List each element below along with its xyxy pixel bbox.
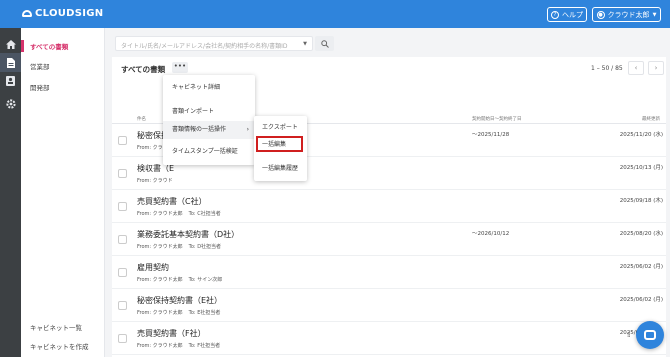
document-from: From: クラウド太郎 [137, 310, 183, 316]
question-icon: ? [551, 10, 559, 19]
document-parties: From: クラウド [137, 177, 173, 184]
highlight-box [256, 136, 303, 152]
row-checkbox[interactable] [118, 334, 127, 343]
document-from: From: クラウド [137, 178, 173, 184]
logo-text: CLOUDSIGN [35, 8, 104, 19]
document-parties: From: クラウド太郎 To: サイン次郎 [137, 276, 222, 283]
prev-page-button[interactable]: ‹ [628, 61, 644, 75]
submenu-item-export[interactable]: エクスポート [254, 120, 307, 136]
row-checkbox[interactable] [118, 136, 127, 145]
row-checkbox[interactable] [118, 235, 127, 244]
document-title[interactable]: 売買契約書（C社） [137, 196, 207, 207]
chevron-right-icon: › [246, 126, 249, 133]
chevron-down-icon[interactable]: ▼ [303, 41, 307, 47]
document-parties: From: クラウド太郎 To: C社担当者 [137, 210, 221, 217]
document-icon[interactable] [0, 53, 21, 72]
table-row[interactable]: 売買契約書（F社） From: クラウド太郎To: F社担当者 2025/06/… [112, 322, 666, 355]
document-updated: 2025/11/20 (水) [619, 132, 663, 138]
menu-item-timestamp-verify[interactable]: タイムスタンプ一括検証 [163, 143, 255, 161]
column-header-name[interactable]: 件名 [137, 116, 146, 122]
help-label: ヘルプ [562, 10, 583, 19]
document-from: From: クラウド太郎 [137, 211, 183, 217]
cabinet-list-link[interactable]: キャビネット一覧 [30, 322, 82, 332]
document-title[interactable]: 秘密保持契約書（E社） [137, 295, 222, 306]
document-to: To: D社担当者 [188, 244, 222, 250]
cloud-icon [22, 10, 32, 17]
help-button[interactable]: ? ヘルプ [547, 7, 587, 22]
column-header-period[interactable]: 契約開始日〜契約終了日 [472, 116, 522, 122]
user-menu-button[interactable]: ● クラウド太郎 ▼ [592, 7, 661, 22]
document-from: From: クラウド太郎 [137, 244, 183, 250]
create-cabinet-link[interactable]: キャビネットを作成 [30, 341, 89, 351]
document-title[interactable]: 業務委託基本契約書（D社） [137, 229, 239, 240]
document-updated: 2025/08/20 (水) [619, 231, 663, 237]
icon-rail [0, 28, 21, 357]
sidebar-item-development[interactable]: 開発部 [30, 82, 50, 92]
document-to: To: F社担当者 [188, 343, 221, 349]
document-from: From: クラウド太郎 [137, 277, 183, 283]
page-title: すべての書類 [121, 65, 166, 74]
menu-item-document-import[interactable]: 書類インポート [163, 103, 255, 121]
table-row[interactable]: 売買契約書（C社） From: クラウド太郎 To: C社担当者 2025/09/… [112, 190, 666, 223]
table-row[interactable]: 秘密保持契約書（E社） From: クラウド太郎 To: E社担当者 2025/0… [112, 289, 666, 322]
column-header-updated[interactable]: 最終更新 [642, 116, 660, 122]
sidebar-item-sales[interactable]: 営業部 [30, 61, 50, 71]
table-row[interactable]: 雇用契約 From: クラウド太郎 To: サイン次郎 2025/06/02 (月… [112, 256, 666, 289]
document-to: To: C社担当者 [188, 211, 221, 217]
caret-down-icon: ▼ [652, 11, 657, 18]
row-checkbox[interactable] [118, 169, 127, 178]
active-marker [21, 40, 24, 52]
contact-card-icon[interactable] [0, 71, 21, 90]
user-icon: ● [596, 10, 605, 19]
document-updated: 2025/09/18 (木) [619, 198, 663, 204]
cabinet-sidebar: すべての書類 営業部 開発部 キャビネット一覧 キャビネットを作成 [21, 28, 105, 357]
more-options-button[interactable]: ••• [172, 62, 188, 73]
document-period: 〜2025/11/28 [472, 132, 510, 138]
search-placeholder: タイトル/氏名/メールアドレス/会社名/契約相手の名称/書類ID [121, 43, 288, 50]
pagination-text: 1 – 50 / 85 [591, 65, 623, 72]
document-to: To: サイン次郎 [188, 277, 223, 283]
document-parties: From: クラウド太郎 To: D社担当者 [137, 243, 221, 250]
menu-item-bulk-operations-label: 書類情報の一括操作 [172, 126, 227, 133]
top-bar: CLOUDSIGN ? ヘルプ ● クラウド太郎 ▼ [0, 0, 670, 28]
row-checkbox[interactable] [118, 301, 127, 310]
row-checkbox[interactable] [118, 268, 127, 277]
document-period: 〜2026/10/12 [472, 231, 510, 237]
chat-button[interactable] [636, 321, 664, 349]
search-button[interactable] [315, 36, 334, 51]
home-icon[interactable] [0, 35, 21, 54]
chat-icon [644, 330, 656, 340]
document-to: To: E社担当者 [188, 310, 221, 316]
drag-handle-icon[interactable]: ⁞⁞ [627, 331, 631, 339]
document-from: From: クラウド太郎 [137, 343, 183, 349]
submenu-item-bulk-edit-history[interactable]: 一括編集履歴 [254, 161, 307, 177]
search-icon [320, 39, 329, 48]
user-name: クラウド太郎 [607, 10, 650, 19]
document-updated: 2025/10/13 (月) [619, 165, 663, 171]
logo[interactable]: CLOUDSIGN [22, 8, 103, 19]
menu-item-cabinet-details[interactable]: キャビネット詳細 [163, 79, 255, 97]
document-updated: 2025/06/02 (月) [619, 264, 663, 270]
sidebar-item-all-documents[interactable]: すべての書類 [30, 41, 68, 51]
document-title[interactable]: 雇用契約 [137, 262, 169, 273]
next-page-button[interactable]: › [648, 61, 664, 75]
document-parties: From: クラウド太郎 To: E社担当者 [137, 309, 220, 316]
document-parties: From: クラウド太郎 To: F社担当者 [137, 342, 220, 349]
table-row[interactable]: 業務委託基本契約書（D社） From: クラウド太郎 To: D社担当者 〜202… [112, 223, 666, 256]
document-updated: 2025/06/02 (月) [619, 297, 663, 303]
document-title[interactable]: 売買契約書（F社） [137, 328, 206, 339]
gear-icon[interactable] [0, 94, 21, 113]
menu-item-bulk-operations[interactable]: 書類情報の一括操作 › [163, 121, 255, 139]
search-input[interactable]: タイトル/氏名/メールアドレス/会社名/契約相手の名称/書類ID ▼ [115, 36, 313, 51]
cabinet-options-menu: キャビネット詳細 書類インポート 書類情報の一括操作 › タイムスタンプ一括検証 [163, 75, 255, 165]
row-checkbox[interactable] [118, 202, 127, 211]
